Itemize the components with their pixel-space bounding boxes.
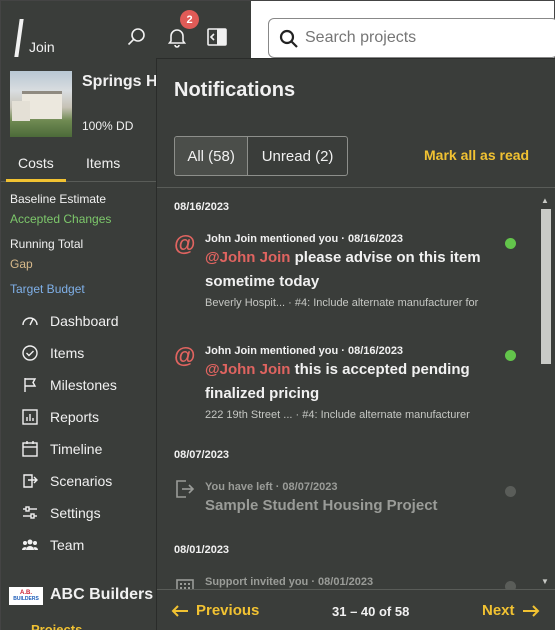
nav-milestones[interactable]: Milestones (21, 374, 161, 396)
notification-list: 08/16/2023 @ John Join mentioned you · 0… (157, 187, 555, 589)
date-header: 08/16/2023 (174, 201, 230, 213)
flag-icon (24, 378, 37, 392)
page-count: 31 – 40 of 58 (332, 604, 410, 619)
mention: @John Join (205, 361, 291, 378)
company-logo: A.B. BUILDERS (9, 587, 43, 605)
project-tabs: Costs Items (1, 149, 157, 182)
nav-reports[interactable]: Reports (21, 406, 161, 428)
building-shape (12, 101, 30, 121)
mark-all-read-button[interactable]: Mark all as read (424, 147, 529, 163)
previous-label: Previous (196, 602, 260, 619)
nav-label: Dashboard (50, 313, 119, 329)
arrow-right-icon (522, 604, 539, 617)
nav-label: Timeline (50, 441, 103, 457)
sliders-icon (23, 506, 37, 519)
baseline-estimate-label[interactable]: Baseline Estimate (10, 192, 106, 206)
accepted-changes-label[interactable]: Accepted Changes (10, 212, 111, 226)
filter-unread-button[interactable]: Unread (2) (248, 137, 347, 175)
pagination: Previous 31 – 40 of 58 Next (157, 589, 555, 630)
running-total-label[interactable]: Running Total (10, 237, 83, 251)
scrollbar-thumb[interactable] (541, 209, 551, 364)
previous-button[interactable]: Previous (171, 602, 259, 619)
project-thumbnail[interactable] (10, 71, 72, 137)
unread-dot[interactable] (505, 238, 516, 249)
logo-text: Join (29, 39, 55, 55)
search-icon[interactable] (125, 25, 149, 49)
join-logo[interactable]: Join (13, 15, 73, 59)
calendar-icon (22, 441, 38, 457)
next-label: Next (482, 602, 515, 619)
nav-scenarios[interactable]: Scenarios (21, 470, 161, 492)
nav-label: Scenarios (50, 473, 113, 489)
company-name[interactable]: ABC Builders (50, 586, 153, 604)
nav-settings[interactable]: Settings (21, 502, 161, 524)
gauge-icon (22, 317, 38, 326)
project-status: 100% DD (82, 119, 134, 133)
nav-team[interactable]: Team (21, 534, 161, 556)
notification-meta: John Join mentioned you · 08/16/2023 (205, 345, 404, 357)
tab-items[interactable]: Items (86, 155, 120, 171)
scenarios-icon (23, 474, 38, 488)
bell-icon[interactable] (165, 25, 189, 49)
nav-dashboard[interactable]: Dashboard (21, 310, 161, 332)
bar-chart-icon (22, 409, 38, 425)
at-mention-icon: @ (174, 343, 196, 368)
project-name[interactable]: Springs He (82, 73, 166, 91)
exit-icon (174, 478, 196, 500)
logo-bar (14, 19, 24, 57)
search-icon (279, 29, 298, 48)
search-bar[interactable] (268, 18, 555, 58)
team-icon (22, 539, 38, 550)
panel-title: Notifications (174, 79, 296, 101)
notification-context: 222 19th Street ... · #4: Include altern… (205, 409, 470, 421)
notification-meta: John Join mentioned you · 08/16/2023 (205, 233, 404, 245)
notifications-panel: Notifications All (58) Unread (2) Mark a… (156, 58, 555, 630)
target-budget-label[interactable]: Target Budget (10, 282, 85, 296)
notification-meta: Support invited you · 08/01/2023 (205, 576, 374, 588)
notification-message: Sample Student Housing Project (205, 497, 438, 514)
collapse-sidebar-icon[interactable] (205, 25, 229, 49)
gap-label[interactable]: Gap (10, 257, 33, 271)
at-mention-icon: @ (174, 231, 196, 256)
building-icon (174, 572, 196, 589)
unread-dot[interactable] (505, 350, 516, 361)
notification-message: @John Join please advise on this item so… (205, 246, 505, 294)
nav-label: Team (50, 537, 85, 553)
nav-projects[interactable]: Projects (31, 620, 157, 630)
scroll-up-arrow-icon[interactable]: ▲ (541, 196, 549, 205)
nav-items[interactable]: Items (21, 342, 161, 364)
nav-label: Items (50, 345, 85, 361)
nav-label: Settings (50, 505, 101, 521)
tab-costs[interactable]: Costs (6, 155, 66, 182)
check-circle-icon (22, 345, 38, 361)
notification-context: Beverly Hospit... · #4: Include alternat… (205, 297, 479, 309)
notification-count-badge: 2 (180, 10, 199, 29)
arrow-left-icon (171, 604, 188, 617)
nav-label: Projects (31, 622, 83, 630)
scroll-down-arrow-icon[interactable]: ▼ (541, 577, 549, 586)
mention: @John Join (205, 249, 291, 266)
nav-label: Milestones (50, 377, 117, 393)
read-dot[interactable] (505, 581, 516, 589)
company-logo-text: BUILDERS (13, 596, 39, 602)
date-header: 08/07/2023 (174, 449, 230, 461)
read-dot[interactable] (505, 486, 516, 497)
notification-filter: All (58) Unread (2) (174, 136, 348, 176)
search-input[interactable] (305, 27, 545, 49)
filter-all-button[interactable]: All (58) (175, 137, 249, 175)
nav-label: Reports (50, 409, 100, 425)
notification-meta: You have left · 08/07/2023 (205, 481, 338, 493)
date-header: 08/01/2023 (174, 544, 230, 556)
nav-timeline[interactable]: Timeline (21, 438, 161, 460)
next-button[interactable]: Next (482, 602, 540, 619)
notification-message: @John Join this is accepted pending fina… (205, 358, 505, 406)
